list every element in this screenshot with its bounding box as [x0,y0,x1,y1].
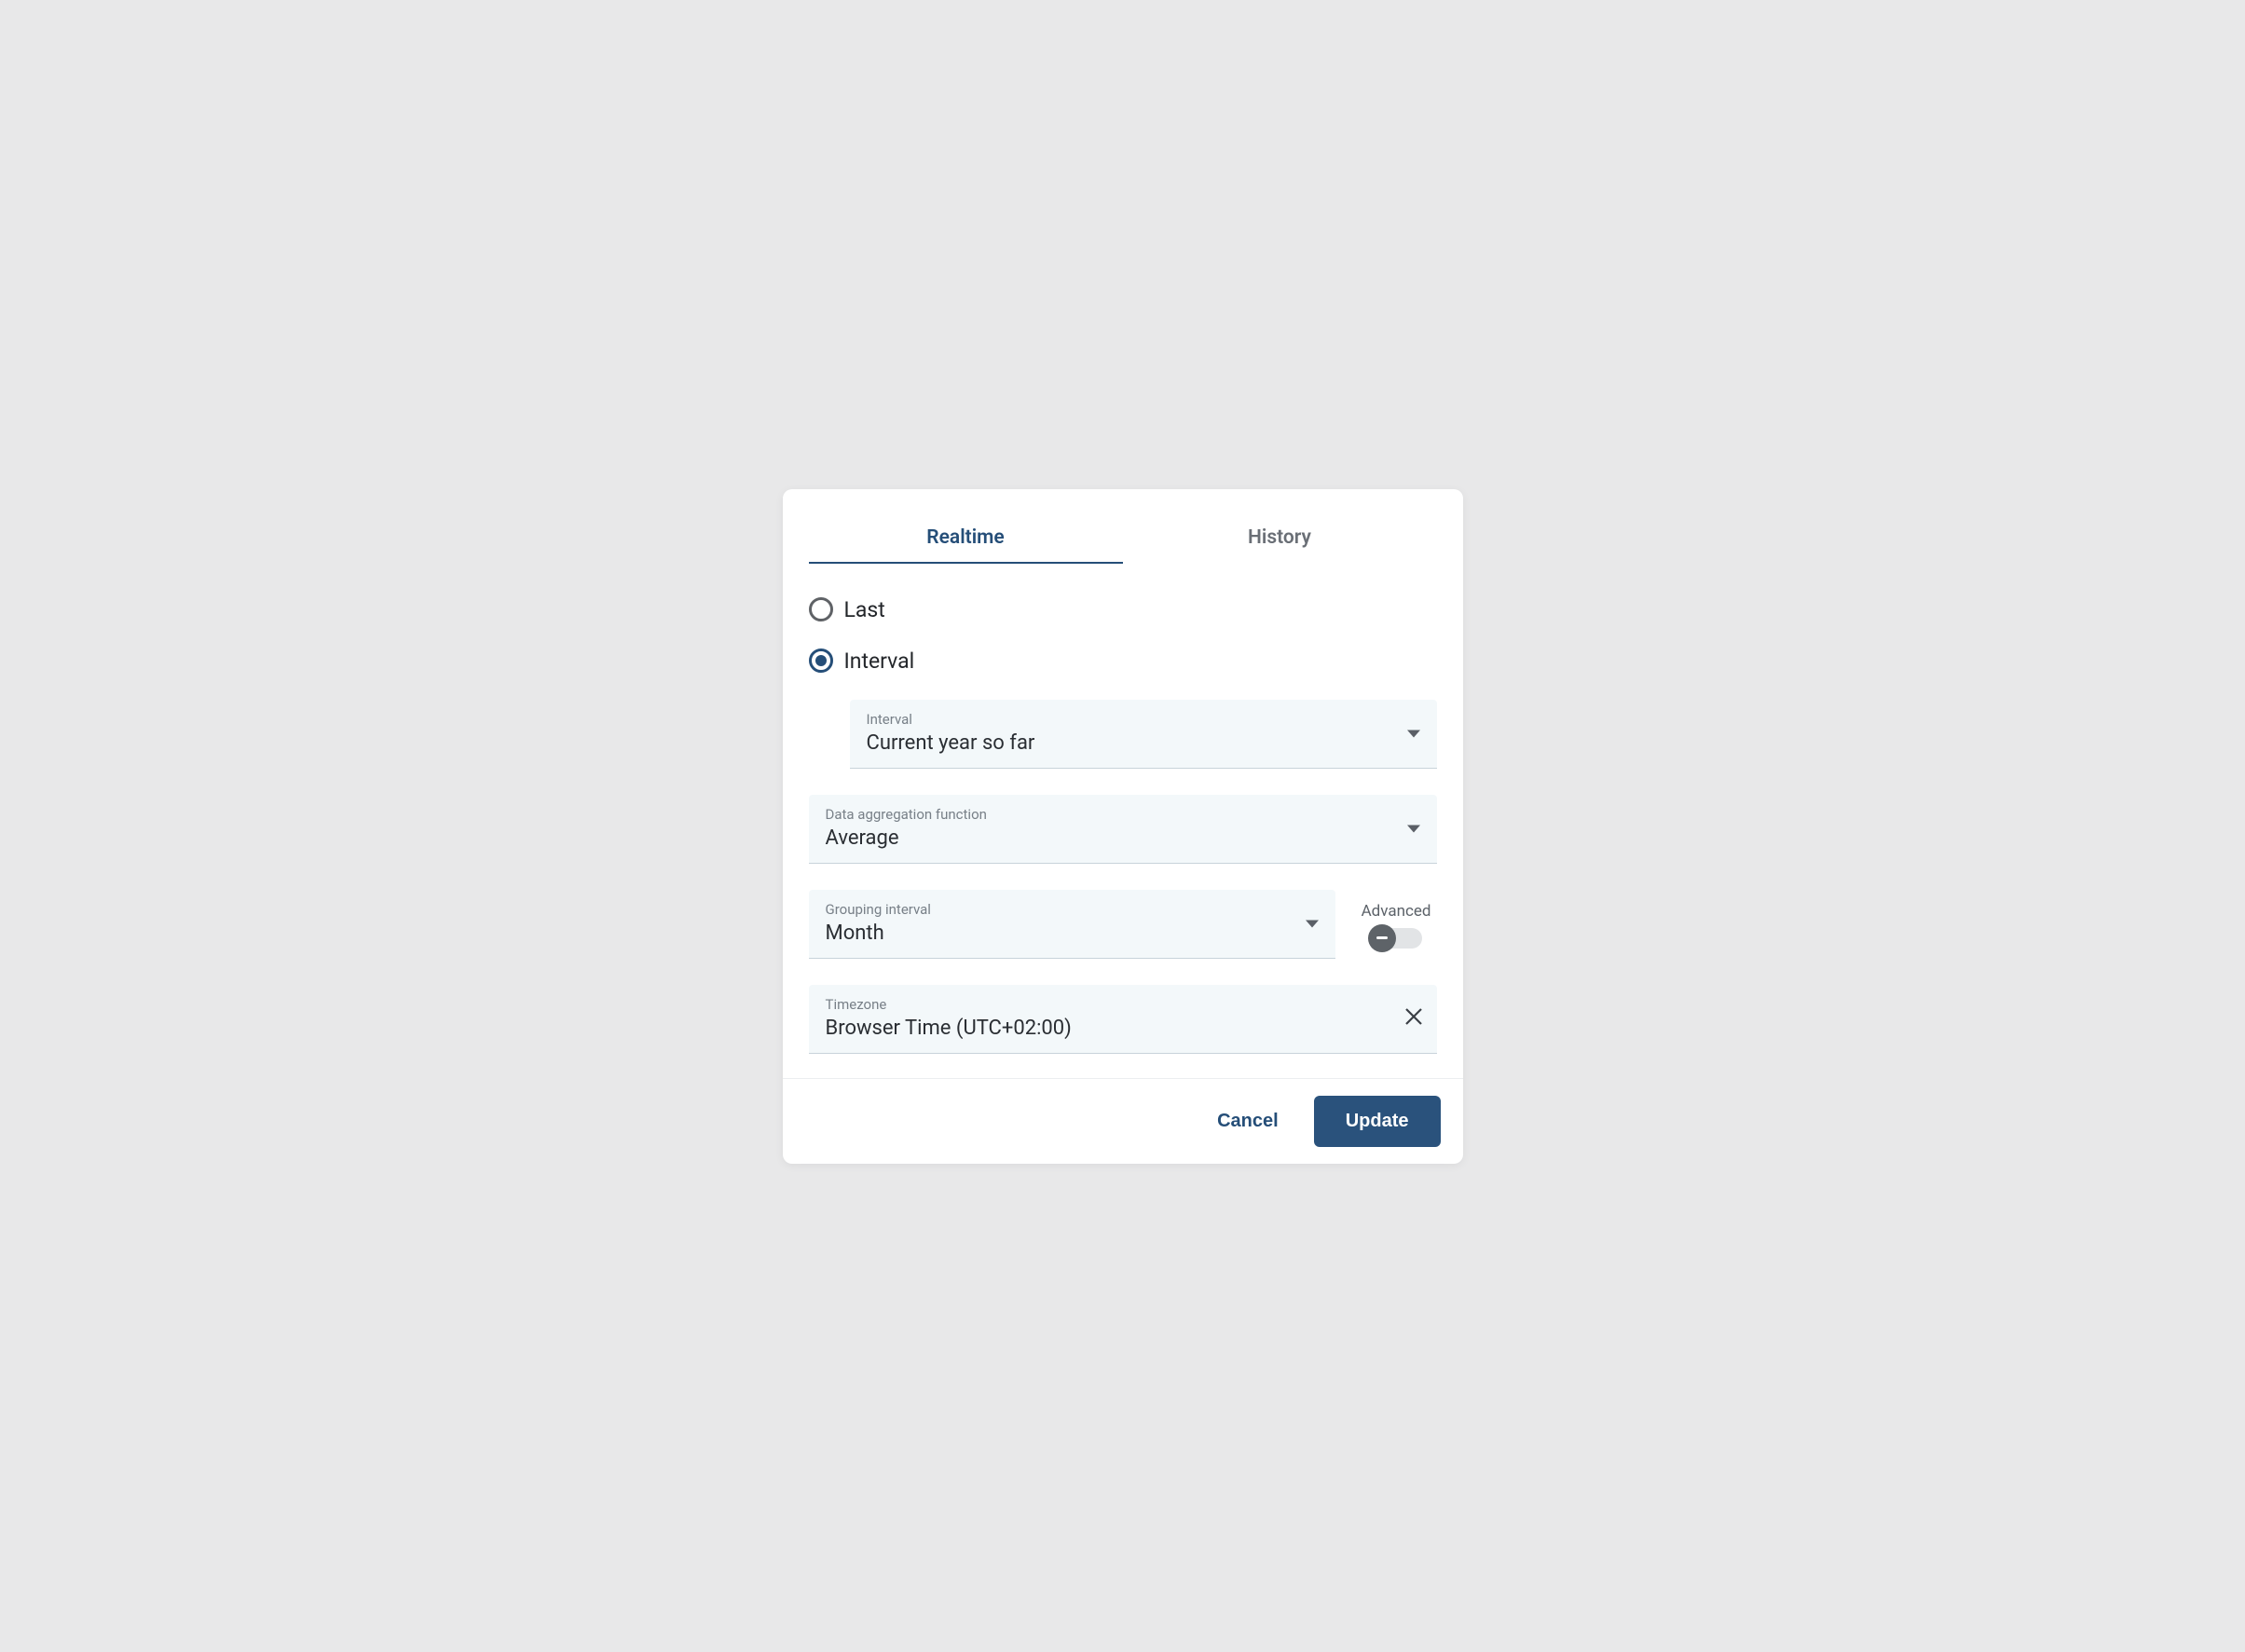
update-button[interactable]: Update [1314,1096,1441,1147]
timezone-field-label: Timezone [826,996,1420,1013]
tabs: Realtime History [809,515,1437,564]
tab-history[interactable]: History [1123,515,1437,564]
tab-realtime[interactable]: Realtime [809,515,1123,564]
timezone-field-value: Browser Time (UTC+02:00) [826,1017,1420,1040]
close-icon[interactable] [1403,1006,1424,1031]
aggregation-select[interactable]: Data aggregation function Average [809,795,1437,864]
radio-checked-icon [809,649,833,673]
grouping-field-label: Grouping interval [826,901,1319,918]
interval-field-label: Interval [867,711,1420,728]
toggle-knob-icon [1368,924,1396,952]
radio-last-row[interactable]: Last [809,597,1437,622]
chevron-down-icon [1407,820,1420,838]
radio-interval-row[interactable]: Interval [809,649,1437,674]
cancel-button[interactable]: Cancel [1208,1099,1288,1143]
time-settings-modal: Realtime History Last Interval Interval … [783,489,1463,1164]
aggregation-field-label: Data aggregation function [826,806,1420,823]
interval-select[interactable]: Interval Current year so far [850,700,1437,769]
radio-unchecked-icon [809,597,833,621]
timezone-field[interactable]: Timezone Browser Time (UTC+02:00) [809,985,1437,1054]
radio-interval-label: Interval [844,649,915,674]
advanced-toggle-group: Advanced [1362,890,1437,959]
advanced-label: Advanced [1362,902,1431,921]
modal-content: Last Interval Interval Current year so f… [783,564,1463,1078]
interval-field-value: Current year so far [867,731,1420,755]
modal-footer: Cancel Update [783,1078,1463,1164]
grouping-row: Grouping interval Month Advanced [809,890,1437,959]
grouping-field-value: Month [826,922,1319,945]
chevron-down-icon [1407,725,1420,743]
radio-last-label: Last [844,597,885,622]
grouping-select[interactable]: Grouping interval Month [809,890,1335,959]
aggregation-field-value: Average [826,826,1420,850]
advanced-toggle[interactable] [1370,928,1422,949]
chevron-down-icon [1306,915,1319,933]
